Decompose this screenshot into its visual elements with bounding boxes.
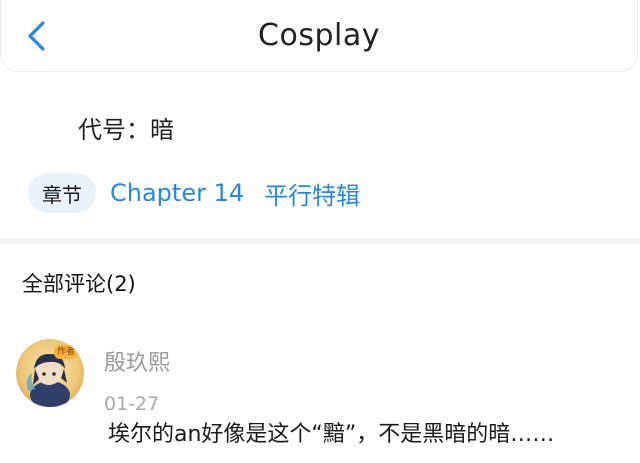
page-title: Cosplay xyxy=(258,18,380,53)
chapter-link-chapter-14[interactable]: Chapter 14 xyxy=(110,179,244,207)
comment-date: 01-27 xyxy=(104,393,160,415)
top-bar: Cosplay xyxy=(0,0,638,72)
author-badge: 作者 xyxy=(53,345,78,359)
chapter-row: 章节 Chapter 14 平行特辑 xyxy=(28,173,360,213)
comments-header: 全部评论(2) xyxy=(22,272,136,296)
codename-text: 代号：暗 xyxy=(78,116,174,144)
section-divider xyxy=(0,238,640,244)
avatar[interactable]: 作者 xyxy=(16,339,84,407)
comment-username[interactable]: 殷玖熙 xyxy=(104,350,170,378)
chapter-tag: 章节 xyxy=(28,173,96,213)
chapter-link-parallel-special[interactable]: 平行特辑 xyxy=(264,176,360,211)
comment-text: 埃尔的an好像是这个“黯”，不是黑暗的暗…… xyxy=(108,422,555,447)
author-badge-label: 作者 xyxy=(56,347,75,357)
